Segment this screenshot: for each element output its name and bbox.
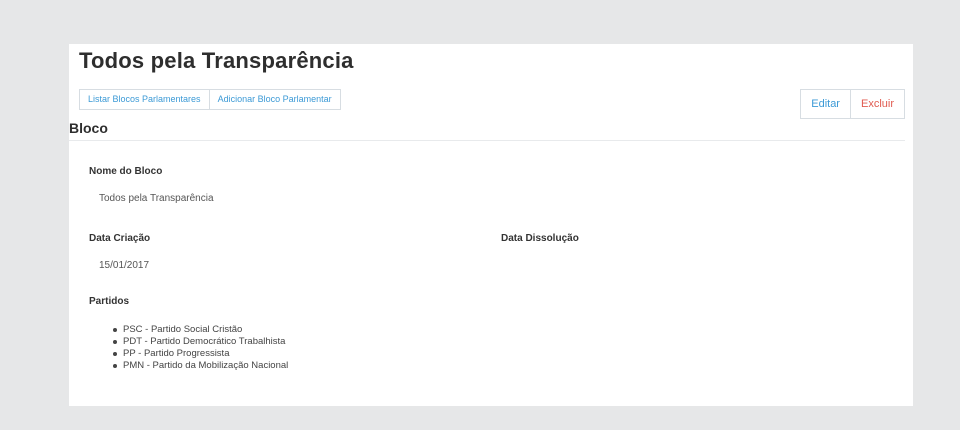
content-panel: Todos pela Transparência Listar Blocos P… bbox=[69, 44, 913, 406]
section-title: Bloco bbox=[69, 120, 108, 136]
list-blocs-button[interactable]: Listar Blocos Parlamentares bbox=[79, 89, 210, 110]
list-item: PSC - Partido Social Cristão bbox=[113, 324, 288, 336]
list-item: PMN - Partido da Mobilização Nacional bbox=[113, 360, 288, 372]
creation-date-label: Data Criação bbox=[89, 233, 151, 244]
edit-button[interactable]: Editar bbox=[800, 89, 851, 119]
bloc-nav-group: Listar Blocos Parlamentares Adicionar Bl… bbox=[79, 89, 341, 110]
parties-list: PSC - Partido Social Cristão PDT - Parti… bbox=[113, 324, 288, 372]
add-bloc-button[interactable]: Adicionar Bloco Parlamentar bbox=[209, 89, 341, 110]
list-item: PDT - Partido Democrático Trabalhista bbox=[113, 336, 288, 348]
list-item: PP - Partido Progressista bbox=[113, 348, 288, 360]
record-actions: Editar Excluir bbox=[800, 89, 905, 119]
page-title: Todos pela Transparência bbox=[79, 48, 354, 73]
bloc-name-value: Todos pela Transparência bbox=[99, 193, 214, 204]
creation-date-value: 15/01/2017 bbox=[99, 260, 150, 271]
parties-label: Partidos bbox=[89, 296, 130, 307]
bloc-name-label: Nome do Bloco bbox=[89, 166, 163, 177]
delete-button[interactable]: Excluir bbox=[850, 89, 905, 119]
dissolution-date-label: Data Dissolução bbox=[501, 233, 579, 244]
section-divider bbox=[69, 140, 905, 141]
